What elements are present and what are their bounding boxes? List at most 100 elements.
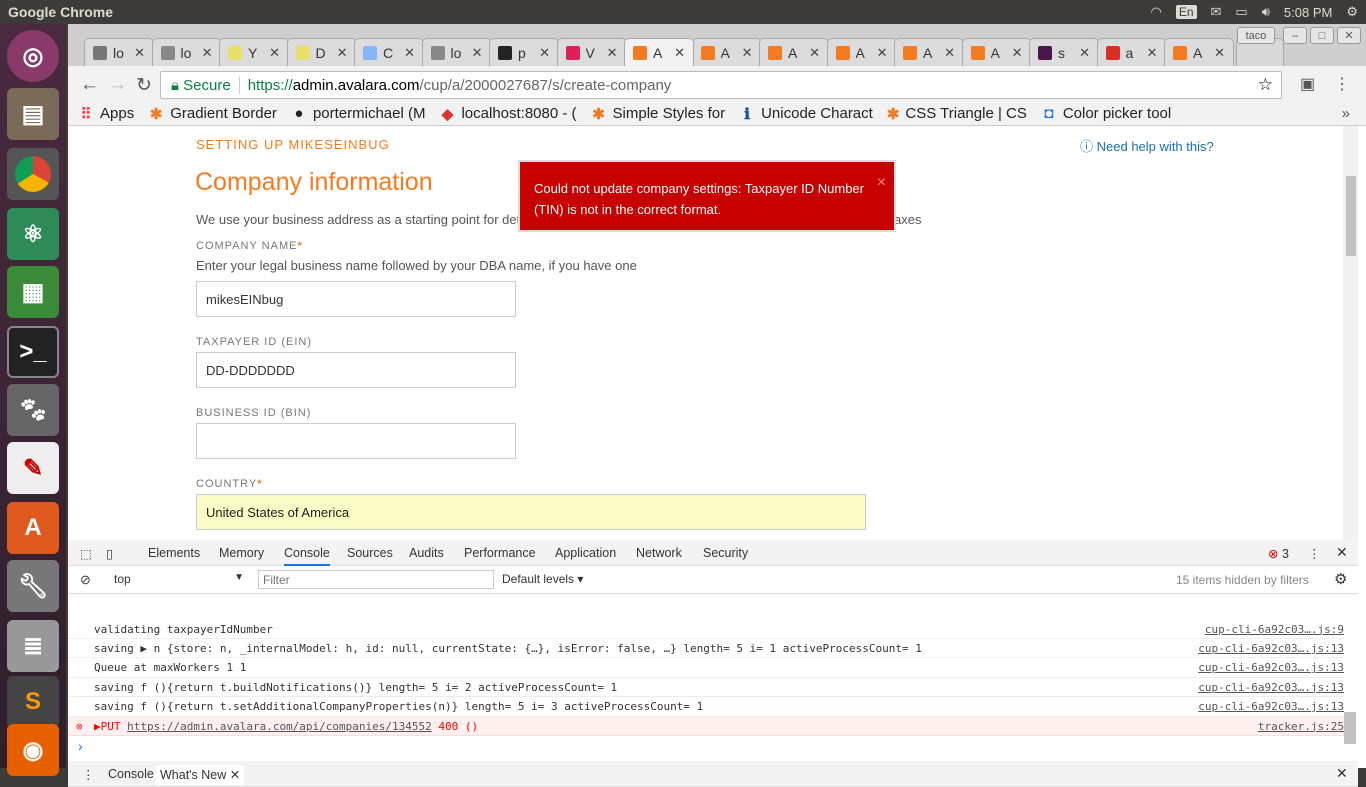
forward-button[interactable]: → — [108, 74, 127, 96]
console-settings-icon[interactable]: ⚙ — [1334, 570, 1347, 588]
tab-close-icon[interactable]: ✕ — [809, 45, 820, 61]
settings-icon[interactable]: 🔧︎ — [7, 560, 59, 612]
browser-tab[interactable]: A ✕ — [759, 38, 829, 66]
console-scrollbar[interactable] — [1344, 712, 1356, 744]
browser-tab[interactable]: a ✕ — [1096, 38, 1167, 66]
devtools-tab-application[interactable]: Application — [555, 546, 616, 560]
back-button[interactable]: ← — [80, 74, 99, 96]
bookmark-item[interactable]: ✱ Gradient Border — [148, 105, 277, 123]
bookmark-item[interactable]: ℹ Unicode Charact — [739, 105, 873, 123]
tab-close-icon[interactable]: ✕ — [1012, 45, 1023, 61]
browser-tab[interactable]: lo ✕ — [84, 38, 154, 66]
scrollbar-thumb[interactable] — [1346, 176, 1356, 256]
bookmark-item[interactable]: ● portermichael (M — [291, 105, 425, 123]
files-icon[interactable]: ▤ — [7, 88, 59, 140]
maximize-button[interactable]: □ — [1310, 27, 1334, 44]
close-window-button[interactable]: ✕ — [1337, 27, 1361, 44]
help-link[interactable]: ⓘ Need help with this? — [1080, 136, 1214, 155]
close-icon[interactable]: ✕ — [230, 768, 240, 782]
browser-tab[interactable]: lo ✕ — [151, 38, 222, 66]
device-toolbar-icon[interactable]: ▯ — [106, 546, 113, 561]
tab-close-icon[interactable]: ✕ — [674, 45, 685, 61]
log-source-link[interactable]: cup-cli-6a92c03….js:9 — [1205, 623, 1344, 636]
console-filter-input[interactable] — [258, 570, 494, 589]
browser-tab[interactable]: C ✕ — [354, 38, 424, 66]
clear-console-icon[interactable]: ⊘ — [80, 572, 91, 588]
devtools-tab-memory[interactable]: Memory — [219, 546, 264, 560]
inspect-icon[interactable]: ⬚ — [80, 546, 92, 561]
pdf-reader-icon[interactable]: ✎ — [7, 442, 59, 494]
tab-close-icon[interactable]: ✕ — [1147, 45, 1158, 61]
browser-tab[interactable]: A ✕ — [624, 38, 694, 66]
browser-tab[interactable]: V ✕ — [556, 38, 627, 66]
chrome-icon[interactable] — [7, 148, 59, 200]
menu-icon[interactable]: ⋮ — [1334, 74, 1350, 94]
devtools-menu-icon[interactable]: ⋮ — [1308, 546, 1321, 561]
wifi-icon[interactable]: ◠ — [1150, 4, 1161, 20]
taxpayer-id-input[interactable]: DD-DDDDDDD — [196, 352, 516, 388]
battery-icon[interactable]: ▭ — [1235, 4, 1247, 20]
tab-close-icon[interactable]: ✕ — [472, 45, 483, 61]
bookmark-item[interactable]: ⠿ Apps — [78, 105, 135, 123]
log-source-link[interactable]: cup-cli-6a92c03….js:13 — [1198, 642, 1344, 655]
error-count[interactable]: ⊗ 3 — [1268, 546, 1289, 561]
browser-tab[interactable]: Y ✕ — [219, 38, 289, 66]
tab-close-icon[interactable]: ✕ — [202, 45, 213, 61]
atom-icon[interactable]: ⚛ — [7, 208, 59, 260]
browser-tab[interactable]: A ✕ — [961, 38, 1032, 66]
tab-close-icon[interactable]: ✕ — [944, 45, 955, 61]
error-source-link[interactable]: tracker.js:25 — [1258, 720, 1344, 733]
profile-button[interactable]: taco — [1237, 27, 1275, 44]
extension-icon[interactable]: ▣ — [1300, 74, 1315, 94]
log-source-link[interactable]: cup-cli-6a92c03….js:13 — [1198, 681, 1344, 694]
drawer-tab-whats-new[interactable]: What's New ✕ — [156, 765, 245, 785]
browser-tab[interactable]: lo ✕ — [421, 38, 492, 66]
devtools-tab-performance[interactable]: Performance — [464, 546, 536, 560]
log-source-link[interactable]: cup-cli-6a92c03….js:13 — [1198, 661, 1344, 674]
sublime-text-icon[interactable]: S — [7, 676, 59, 728]
page-scrollbar[interactable] — [1343, 126, 1358, 540]
browser-tab[interactable]: p ✕ — [489, 38, 559, 66]
devtools-tab-sources[interactable]: Sources — [347, 546, 393, 560]
tab-close-icon[interactable]: ✕ — [337, 45, 348, 61]
bookmark-item[interactable]: ◘ Color picker tool — [1041, 105, 1171, 123]
devtools-tab-security[interactable]: Security — [703, 546, 748, 560]
toast-close-button[interactable]: × — [877, 172, 886, 193]
tab-close-icon[interactable]: ✕ — [404, 45, 415, 61]
software-center-icon[interactable]: A — [7, 502, 59, 554]
devtools-tab-network[interactable]: Network — [636, 546, 682, 560]
browser-tab[interactable]: s ✕ — [1029, 38, 1099, 66]
spreadsheet-icon[interactable]: ▦ — [7, 266, 59, 318]
country-select[interactable]: United States of America — [196, 494, 866, 530]
reload-button[interactable]: ↻ — [136, 74, 152, 97]
clock[interactable]: 5:08 PM — [1284, 5, 1332, 20]
bookmark-item[interactable]: ✱ CSS Triangle | CS — [887, 105, 1027, 123]
browser-tab[interactable]: A ✕ — [826, 38, 897, 66]
devtools-tab-console[interactable]: Console — [284, 546, 330, 566]
tab-close-icon[interactable]: ✕ — [877, 45, 888, 61]
tab-close-icon[interactable]: ✕ — [1214, 45, 1225, 61]
company-name-input[interactable]: mikesEINbug — [196, 281, 516, 317]
gear-icon[interactable]: ⚙ — [1346, 4, 1358, 20]
browser-tab[interactable]: A ✕ — [1164, 38, 1234, 66]
browser-tab[interactable]: D ✕ — [286, 38, 357, 66]
log-source-link[interactable]: cup-cli-6a92c03….js:13 — [1198, 700, 1344, 713]
volume-icon[interactable]: 🔊︎ — [1262, 4, 1270, 20]
browser-tab[interactable]: A ✕ — [894, 38, 964, 66]
business-id-input[interactable] — [196, 423, 516, 459]
tab-close-icon[interactable]: ✕ — [742, 45, 753, 61]
devtools-tab-audits[interactable]: Audits — [409, 546, 444, 560]
devtools-close-button[interactable]: ✕ — [1336, 544, 1348, 561]
drawer-tab-console[interactable]: Console — [108, 767, 154, 781]
tab-close-icon[interactable]: ✕ — [1079, 45, 1090, 61]
log-levels-dropdown[interactable]: Default levels ▾ — [502, 572, 583, 586]
terminal-icon[interactable]: >_ — [7, 326, 59, 378]
firefox-icon[interactable]: ◉ — [7, 724, 59, 776]
tab-close-icon[interactable]: ✕ — [539, 45, 550, 61]
keyboard-language[interactable]: En — [1175, 5, 1197, 19]
bookmark-item[interactable]: ✱ Simple Styles for — [591, 105, 725, 123]
tab-close-icon[interactable]: ✕ — [607, 45, 618, 61]
devtools-tab-elements[interactable]: Elements — [148, 546, 200, 560]
tab-close-icon[interactable]: ✕ — [134, 45, 145, 61]
gimp-icon[interactable]: 🐾︎ — [7, 384, 59, 436]
